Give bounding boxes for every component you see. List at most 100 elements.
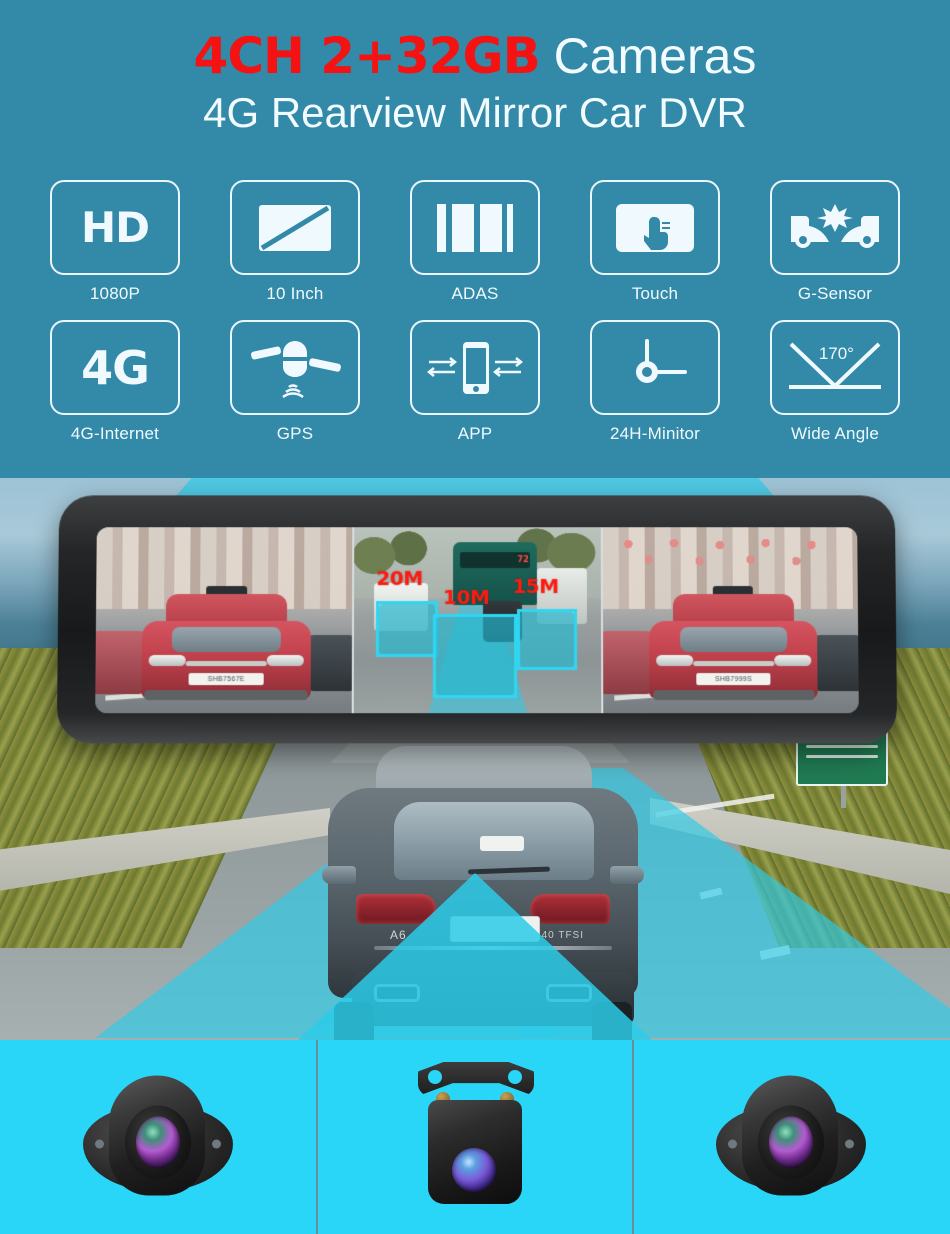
app-phone-icon-svg xyxy=(426,341,524,394)
hanging-lanterns xyxy=(603,534,858,583)
headlight-left xyxy=(656,654,694,666)
clock-24h-icon xyxy=(590,320,720,415)
hd-icon-glyph: HD xyxy=(80,202,150,252)
camera-product-left[interactable] xyxy=(0,1040,316,1234)
page-title: 4CH 2+32GB Cameras xyxy=(0,28,950,84)
feature-1080p: HD 1080P xyxy=(25,180,205,304)
feature-row-2: 4G 4G-Internet GPS APP 24H-Minitor 170° … xyxy=(0,320,950,444)
bullet-side-camera-icon xyxy=(73,1070,243,1205)
feature-label: Wide Angle xyxy=(791,424,879,443)
4g-icon-glyph: 4G xyxy=(81,340,150,395)
g-sensor-crash-icon-svg xyxy=(791,203,879,248)
camera-pane-left[interactable]: SHB7567E xyxy=(95,527,353,714)
mirror-display[interactable]: SHB7567E 72 20M 10M 15M SHB7999S xyxy=(95,527,859,714)
feature-app: APP xyxy=(385,320,565,444)
bus-route-number: 72 xyxy=(517,554,529,564)
front-grille xyxy=(693,661,774,666)
taxi-windshield xyxy=(679,627,788,652)
feature-label: 1080P xyxy=(89,284,141,303)
bracket-hole-left xyxy=(428,1070,442,1084)
wide-angle-icon: 170° xyxy=(770,320,900,415)
title-block: 4CH 2+32GB Cameras 4G Rearview Mirror Ca… xyxy=(0,0,950,140)
camera-lens xyxy=(769,1116,813,1169)
street-scene: SHB7567E xyxy=(95,527,353,714)
camera-product-right[interactable] xyxy=(634,1040,948,1234)
feature-g-sensor: G-Sensor xyxy=(745,180,925,304)
app-phone-icon xyxy=(410,320,540,415)
side-mirror-right xyxy=(610,866,644,884)
satellite-icon-svg xyxy=(251,340,341,398)
red-taxi: SHB7567E xyxy=(141,585,312,700)
adas-bars-icon xyxy=(410,180,540,275)
feature-label: 24H-Minitor xyxy=(609,424,701,443)
g-sensor-crash-icon xyxy=(770,180,900,275)
feature-row-1: HD 1080P 10 Inch ADAS Touch G-Sensor xyxy=(0,180,950,304)
feature-gps: GPS xyxy=(205,320,385,444)
license-plate-text: SHB7567E xyxy=(188,673,264,686)
screen-icon-svg xyxy=(259,204,331,251)
4g-icon: 4G xyxy=(50,320,180,415)
header-banner: 4CH 2+32GB Cameras 4G Rearview Mirror Ca… xyxy=(0,0,950,478)
camera-lens xyxy=(452,1148,496,1192)
title-rest: Cameras xyxy=(539,28,757,84)
headlight-right xyxy=(266,654,305,666)
screen-icon xyxy=(230,180,360,275)
adas-bars-icon-svg xyxy=(437,203,513,252)
feature-label: Touch xyxy=(631,284,679,303)
mount-screw-right xyxy=(845,1139,854,1149)
camera-product-center[interactable] xyxy=(316,1040,634,1234)
license-plate-text: SHB7999S xyxy=(696,673,771,686)
rearview-mirror-device[interactable]: SHB7567E 72 20M 10M 15M SHB7999S xyxy=(56,495,898,744)
headlight-right xyxy=(773,654,811,666)
taillight-left xyxy=(356,894,436,924)
hd-icon: HD xyxy=(50,180,180,275)
taxi-body: SHB7567E xyxy=(141,621,312,700)
feature-10-inch: 10 Inch xyxy=(205,180,385,304)
headlight-left xyxy=(148,654,186,666)
distance-label-10m: 10M xyxy=(443,584,490,609)
feature-24h-monitor: 24H-Minitor xyxy=(565,320,745,444)
detection-box-20m xyxy=(376,601,439,658)
camera-products-band xyxy=(0,1040,950,1234)
camera-pane-center-adas[interactable]: 72 20M 10M 15M xyxy=(351,527,604,714)
front-grille xyxy=(185,661,267,666)
feature-wide-angle: 170° Wide Angle xyxy=(745,320,925,444)
feature-grid: HD 1080P 10 Inch ADAS Touch G-Sensor 4G … xyxy=(0,180,950,444)
bracket-hole-right xyxy=(508,1070,522,1084)
windshield-sticker xyxy=(480,836,524,851)
camera-pane-right[interactable]: SHB7999S xyxy=(603,527,859,714)
product-scene-photo: A6 40 TFSI SHB7567E 72 20M 10M 15M SHB79… xyxy=(0,478,950,1040)
feature-label: GPS xyxy=(276,424,314,443)
background-car xyxy=(305,634,353,691)
background-car xyxy=(603,631,655,695)
background-car xyxy=(95,631,148,695)
street-scene: SHB7999S xyxy=(603,527,859,714)
wide-angle-value: 170° xyxy=(818,344,854,363)
touch-hand-icon-svg xyxy=(616,203,694,252)
feature-touch: Touch xyxy=(565,180,745,304)
distance-label-20m: 20M xyxy=(376,566,423,591)
satellite-icon xyxy=(230,320,360,415)
mount-screw-right xyxy=(212,1139,221,1149)
clock-24h-icon-svg xyxy=(636,338,687,383)
distance-label-15m: 15M xyxy=(512,573,559,598)
feature-label: 10 Inch xyxy=(266,284,324,303)
background-car xyxy=(812,634,859,691)
taxi-windshield xyxy=(172,627,281,652)
car-engine-badge: 40 TFSI xyxy=(541,930,584,941)
feature-label: APP xyxy=(457,424,493,443)
side-mirror-left xyxy=(322,866,356,884)
feature-label: G-Sensor xyxy=(797,284,873,303)
page-subtitle: 4G Rearview Mirror Car DVR xyxy=(203,89,747,136)
detection-box-10m xyxy=(433,614,518,699)
adas-scene: 72 20M 10M 15M xyxy=(353,527,602,714)
feature-label: 4G-Internet xyxy=(70,424,160,443)
mount-screw-left xyxy=(95,1139,104,1149)
feature-adas: ADAS xyxy=(385,180,565,304)
bracket-rear-camera-icon xyxy=(400,1062,550,1212)
camera-lens xyxy=(136,1116,180,1169)
touch-hand-icon xyxy=(590,180,720,275)
taillight-right xyxy=(530,894,610,924)
front-bumper xyxy=(652,690,815,700)
feature-label: ADAS xyxy=(451,284,499,303)
